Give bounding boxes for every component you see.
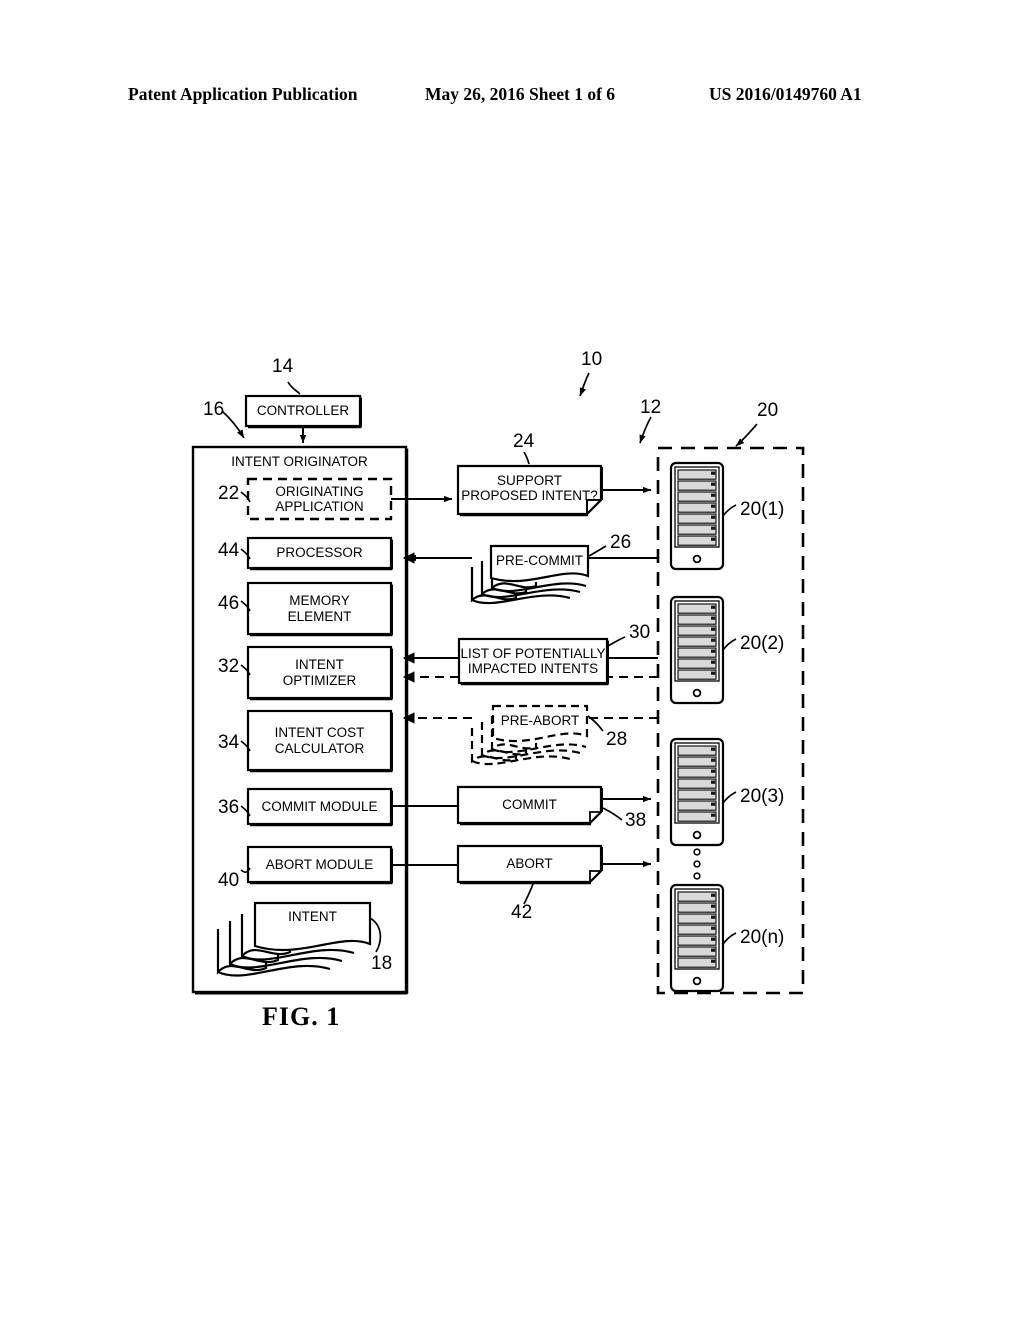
lead-line-12 (639, 416, 652, 444)
lead-line-16 (221, 410, 245, 439)
ref-32: 32 (218, 656, 240, 677)
abort-module-box (246, 845, 393, 885)
ref-20-1: 20(1) (740, 499, 785, 520)
ref-24: 24 (513, 431, 535, 452)
ref-16: 16 (203, 399, 225, 420)
memory-element-box (246, 581, 393, 637)
intent-cost-calculator-box (246, 709, 393, 773)
patent-figure-1: 14 16 10 12 20 22 44 46 32 34 36 40 18 2… (0, 0, 1024, 1320)
lead-line-20-n (722, 932, 737, 945)
controller-box (244, 394, 362, 429)
support-proposed-intent-shape (456, 464, 603, 517)
server-icon-1 (669, 461, 725, 571)
processor-box (246, 536, 393, 571)
ref-26: 26 (610, 532, 632, 553)
ref-46: 46 (218, 593, 240, 614)
pre-commit-shape (470, 544, 590, 605)
server-ellipsis (693, 848, 701, 880)
server-icon-3 (669, 737, 725, 847)
figure-vector-layer (191, 372, 805, 995)
commit-shape (456, 785, 603, 826)
ref-30: 30 (629, 622, 651, 643)
intent-optimizer-box (246, 645, 393, 701)
lead-line-26 (588, 545, 607, 557)
ref-12: 12 (640, 397, 662, 418)
ref-42: 42 (511, 902, 533, 923)
lead-line-14 (287, 381, 301, 395)
lead-line-10 (579, 372, 590, 397)
ref-40: 40 (218, 870, 240, 891)
pre-abort-shape (470, 704, 589, 766)
server-icon-2 (669, 595, 725, 705)
lead-line-20 (735, 423, 758, 447)
ref-34: 34 (218, 732, 240, 753)
lead-line-20-3 (722, 791, 737, 804)
ref-20-n: 20(n) (740, 927, 785, 948)
lead-line-30 (607, 636, 626, 647)
abort-shape (456, 844, 603, 885)
ref-20-3: 20(3) (740, 786, 785, 807)
list-impacted-intents-box (457, 637, 609, 686)
figure-caption: FIG. 1 (262, 1002, 341, 1031)
ref-20: 20 (757, 400, 779, 421)
ref-38: 38 (625, 810, 647, 831)
ref-22: 22 (218, 483, 240, 504)
lead-line-42 (523, 883, 534, 905)
server-icon-n (669, 883, 725, 993)
originating-application-box (246, 477, 393, 521)
ref-18: 18 (371, 953, 393, 974)
ref-28: 28 (606, 729, 628, 750)
lead-line-20-2 (722, 638, 737, 651)
lead-line-38 (602, 807, 623, 821)
lead-line-24 (523, 451, 530, 465)
commit-module-box (246, 787, 393, 827)
ref-10: 10 (581, 349, 603, 370)
lead-line-20-1 (722, 504, 737, 517)
ref-44: 44 (218, 540, 240, 561)
ref-36: 36 (218, 797, 240, 818)
ref-20-2: 20(2) (740, 633, 785, 654)
ref-14: 14 (272, 356, 294, 377)
